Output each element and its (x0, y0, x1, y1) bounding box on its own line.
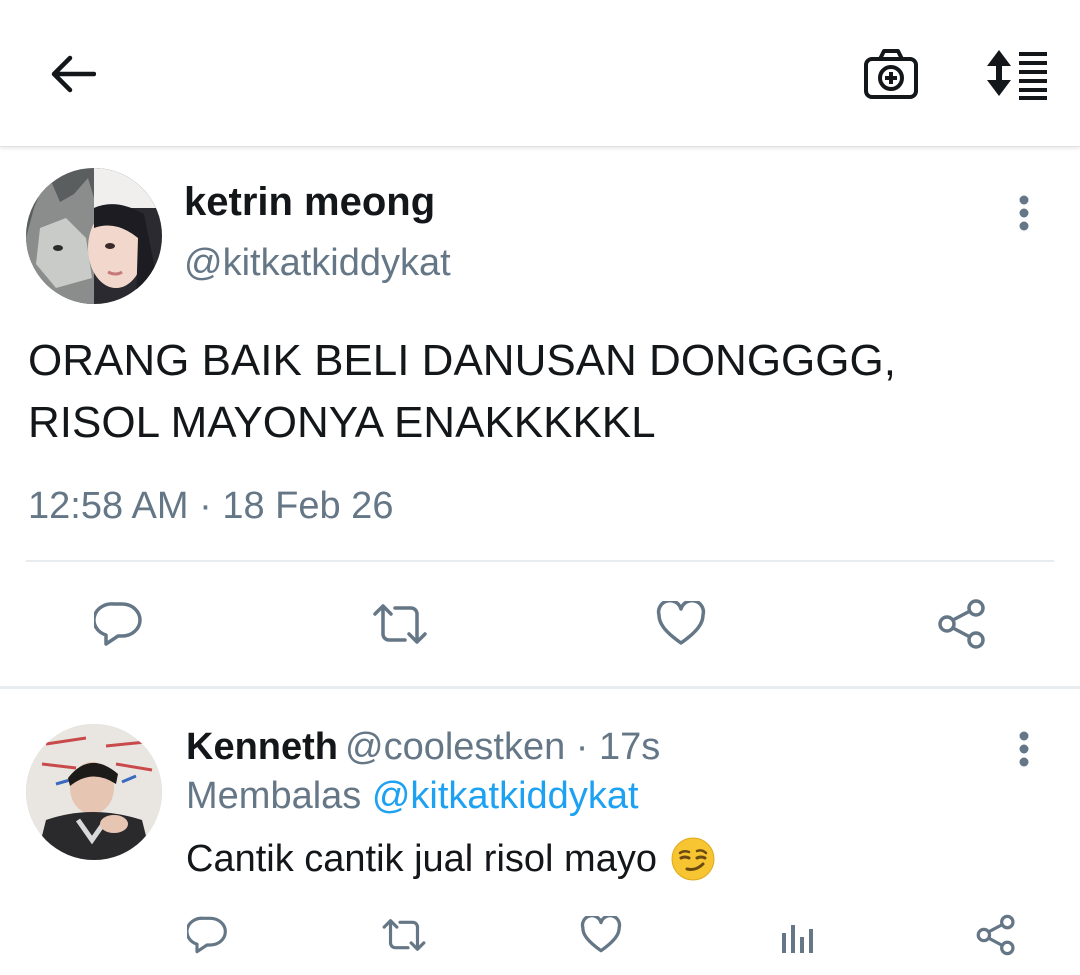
camera-button[interactable] (858, 44, 924, 104)
reply-author-name[interactable]: Kenneth (186, 726, 338, 769)
divider (26, 560, 1054, 562)
reply-meta: @coolestken · 17s (345, 726, 660, 769)
top-app-bar (0, 0, 1080, 147)
retweet-button[interactable] (368, 596, 432, 652)
camera-plus-icon (864, 49, 918, 99)
author-handle[interactable]: @kitkatkiddykat (184, 242, 451, 285)
back-button[interactable] (40, 44, 106, 104)
retweet-icon (373, 604, 427, 644)
author-name[interactable]: ketrin meong (184, 180, 435, 225)
more-vertical-icon (1019, 195, 1029, 231)
sort-button[interactable] (980, 44, 1052, 104)
arrow-left-icon (51, 55, 96, 93)
reply-text-content: Cantik cantik jual risol mayo (186, 837, 657, 880)
tweet-more-button[interactable] (1004, 190, 1044, 236)
replying-to-link[interactable]: @kitkatkiddykat (372, 775, 639, 817)
section-divider (0, 686, 1080, 689)
smirking-face-emoji (671, 837, 715, 881)
reply-author-avatar[interactable] (26, 724, 162, 860)
reply-icon (94, 602, 142, 646)
reply-like-button[interactable] (576, 912, 626, 958)
reply-time: 17s (599, 726, 661, 768)
analytics-icon (782, 925, 813, 953)
reply-analytics-button[interactable] (772, 910, 822, 960)
reply-retweet-button[interactable] (378, 912, 430, 958)
retweet-icon (382, 919, 426, 951)
author-avatar[interactable] (26, 168, 162, 304)
reply-icon (187, 916, 227, 954)
reply-reply-button[interactable] (182, 910, 232, 960)
tweet-text: ORANG BAIK BELI DANUSAN DONGGGG, RISOL M… (28, 330, 1028, 454)
tweet-text-line: ORANG BAIK BELI DANUSAN DONGGGG, (28, 336, 896, 385)
reply-button[interactable] (88, 596, 148, 652)
meta-separator: · (565, 726, 600, 768)
share-icon (976, 914, 1015, 956)
reply-share-button[interactable] (970, 910, 1022, 960)
more-vertical-icon (1019, 731, 1029, 767)
avatar-image (26, 168, 162, 304)
avatar-image (26, 724, 162, 860)
like-button[interactable] (652, 596, 710, 652)
replying-to: Membalas @kitkatkiddykat (186, 775, 639, 818)
replying-to-prefix: Membalas (186, 775, 372, 817)
reply-author-handle[interactable]: @coolestken (345, 726, 565, 768)
share-icon (938, 599, 985, 649)
reply-more-button[interactable] (1004, 726, 1044, 772)
reply-text: Cantik cantik jual risol mayo (186, 837, 715, 881)
sort-lines-icon (987, 50, 1047, 100)
share-button[interactable] (932, 594, 992, 654)
tweet-timestamp: 12:58 AM · 18 Feb 26 (28, 485, 394, 527)
like-icon (656, 601, 706, 645)
like-icon (580, 916, 622, 953)
tweet-text-line: RISOL MAYONYA ENAKKKKKL (28, 398, 656, 447)
